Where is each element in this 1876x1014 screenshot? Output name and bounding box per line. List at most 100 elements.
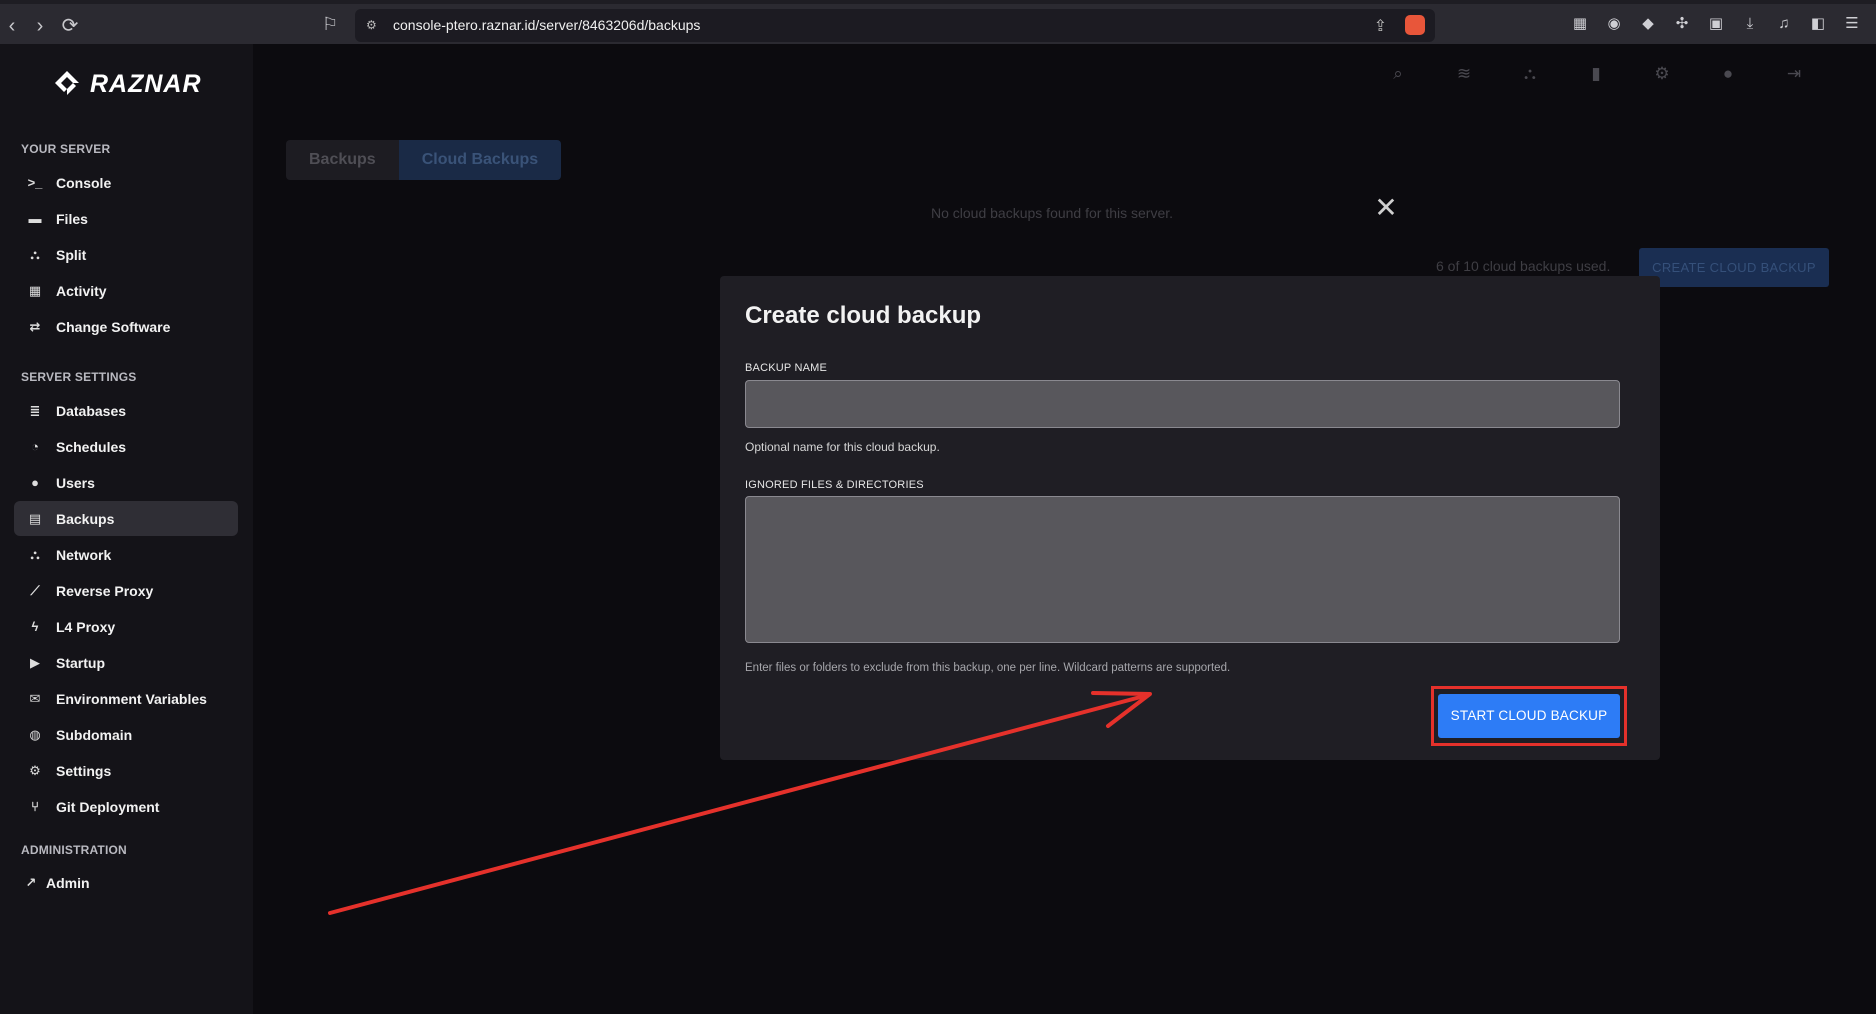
backup-tabs: Backups Cloud Backups	[286, 140, 562, 180]
sidebar-item-startup[interactable]: ▶ Startup	[14, 645, 238, 680]
sidebar-item-git-deployment[interactable]: ⑂ Git Deployment	[14, 789, 238, 824]
sidebar-item-label: Subdomain	[56, 726, 133, 743]
sidebar-item-databases[interactable]: ≣ Databases	[14, 393, 238, 428]
user-icon: ●	[31, 475, 39, 490]
raznar-logo-icon	[55, 71, 79, 95]
menu-icon[interactable]: ☰	[1842, 14, 1862, 34]
share-icon[interactable]: ⇪	[1374, 16, 1387, 36]
sidebar-item-backups[interactable]: ▤ Backups	[14, 501, 238, 536]
empty-state-message: No cloud backups found for this server.	[931, 205, 1174, 221]
screenshot-icon[interactable]: ▣	[1706, 14, 1726, 34]
sidebar-item-l4-proxy[interactable]: ϟ L4 Proxy	[14, 609, 238, 644]
swap-icon: ⇄	[29, 318, 41, 334]
logout-icon[interactable]: ⇥	[1782, 62, 1806, 86]
ignored-files-label: IGNORED FILES & DIRECTORIES	[745, 479, 924, 491]
sidebar-item-label: L4 Proxy	[56, 618, 116, 635]
top-navigation-icons: ⌕ ≋ ⛬ ▮ ⚙ ● ⇥	[1386, 62, 1806, 86]
music-icon[interactable]: ♫	[1774, 14, 1794, 34]
sidebar-item-change-software[interactable]: ⇄ Change Software	[14, 309, 238, 344]
sidebar-item-network[interactable]: ⛬ Network	[14, 537, 238, 572]
create-cloud-backup-button[interactable]: CREATE CLOUD BACKUP	[1639, 248, 1829, 287]
sidebar-toggle-icon[interactable]: ◧	[1808, 14, 1828, 34]
backup-name-input[interactable]	[745, 380, 1620, 428]
tab-cloud-backups[interactable]: Cloud Backups	[398, 140, 562, 180]
browser-toolbar: ‹ › ⟳ ⚐ ⚙ console-ptero.raznar.id/server…	[0, 0, 1876, 44]
section-your-server: YOUR SERVER	[21, 142, 111, 156]
brand-name: RAZNAR	[90, 69, 202, 98]
extension-icons: ▦ ◉ ◆ ✣ ▣ ⤓ ♫ ◧ ☰	[1570, 14, 1862, 34]
reload-icon[interactable]: ⟳	[58, 14, 82, 38]
sidebar-item-label: Databases	[56, 402, 127, 419]
sidebar-item-label: Change Software	[56, 318, 171, 335]
sidebar-item-reverse-proxy[interactable]: ⟋ Reverse Proxy	[14, 573, 238, 608]
sidebar-item-label: Git Deployment	[56, 798, 160, 815]
sitemap-icon[interactable]: ⛬	[1518, 62, 1542, 86]
sidebar-item-label: Startup	[56, 654, 105, 671]
backup-name-label: BACKUP NAME	[745, 362, 828, 374]
brand-logo[interactable]: RAZNAR	[52, 69, 202, 99]
folder-icon: ▬	[28, 211, 42, 226]
discord-icon[interactable]: ◉	[1604, 14, 1624, 34]
section-administration: ADMINISTRATION	[21, 843, 127, 857]
sidebar-item-label: Console	[56, 174, 112, 191]
sitemap-icon: ⛬	[30, 246, 40, 262]
wrench-icon: ⟋	[30, 582, 40, 598]
forward-icon[interactable]: ›	[28, 14, 52, 38]
ignored-files-textarea[interactable]	[745, 496, 1620, 643]
sidebar-item-admin[interactable]: ↗ Admin	[14, 865, 238, 900]
sidebar-item-console[interactable]: >_ Console	[14, 165, 238, 200]
sidebar-item-label: Reverse Proxy	[56, 582, 154, 599]
create-cloud-backup-modal: Create cloud backup BACKUP NAME Optional…	[720, 276, 1660, 760]
clock-icon: ◔	[31, 439, 39, 454]
sidebar-item-label: Network	[56, 546, 112, 563]
sidebar-item-users[interactable]: ● Users	[14, 465, 238, 500]
backup-usage-count: 6 of 10 cloud backups used.	[1436, 258, 1611, 274]
sidebar-item-label: Environment Variables	[56, 690, 207, 707]
bookmark-icon[interactable]: ⚐	[322, 14, 342, 38]
bolt-icon: ϟ	[31, 619, 39, 634]
puzzle-icon[interactable]: ✣	[1672, 14, 1692, 34]
brave-shield-icon[interactable]	[1405, 15, 1425, 35]
sidebar-item-label: Schedules	[56, 438, 127, 455]
qr-icon[interactable]: ▦	[1570, 14, 1590, 34]
back-icon[interactable]: ‹	[0, 14, 24, 38]
sidebar-item-label: Files	[56, 210, 88, 227]
sidebar-item-environment-variables[interactable]: ✉ Environment Variables	[14, 681, 238, 716]
cogs-icon[interactable]: ⚙	[1650, 62, 1674, 86]
archive-icon: ▤	[28, 510, 42, 526]
tab-backups[interactable]: Backups	[286, 140, 399, 180]
sidebar-item-settings[interactable]: ⚙ Settings	[14, 753, 238, 788]
sidebar-item-label: Split	[56, 246, 87, 263]
globe-icon: ◍	[29, 726, 41, 742]
database-icon: ≣	[29, 402, 41, 418]
calendar-icon: ▦	[28, 282, 42, 298]
sidebar-item-label: Settings	[56, 762, 112, 779]
book-icon[interactable]: ▮	[1584, 62, 1608, 86]
address-bar[interactable]: ⚙ console-ptero.raznar.id/server/8463206…	[355, 9, 1435, 42]
extension-purple-icon[interactable]: ◆	[1638, 14, 1658, 34]
cogs-icon: ⚙	[29, 762, 41, 778]
backup-name-help: Optional name for this cloud backup.	[745, 440, 940, 454]
sidebar-item-label: Admin	[46, 874, 90, 891]
sidebar-item-subdomain[interactable]: ◍ Subdomain	[14, 717, 238, 752]
avatar[interactable]: ●	[1716, 62, 1740, 86]
modal-title: Create cloud backup	[745, 302, 982, 329]
layers-icon[interactable]: ≋	[1452, 62, 1476, 86]
start-cloud-backup-button[interactable]: START CLOUD BACKUP	[1438, 694, 1620, 738]
download-icon[interactable]: ⤓	[1740, 14, 1760, 34]
sidebar-item-schedules[interactable]: ◔ Schedules	[14, 429, 238, 464]
network-icon: ⛬	[30, 546, 40, 562]
envelope-icon: ✉	[29, 690, 41, 706]
url-text[interactable]: console-ptero.raznar.id/server/8463206d/…	[393, 17, 700, 33]
close-icon[interactable]: ✕	[1374, 194, 1398, 222]
sidebar-item-activity[interactable]: ▦ Activity	[14, 273, 238, 308]
section-server-settings: SERVER SETTINGS	[21, 370, 137, 384]
site-settings-icon[interactable]: ⚙	[366, 18, 380, 32]
sidebar-item-label: Backups	[56, 510, 115, 527]
search-icon[interactable]: ⌕	[1386, 62, 1410, 86]
git-icon: ⑂	[31, 799, 39, 814]
sidebar-item-split[interactable]: ⛬ Split	[14, 237, 238, 272]
sidebar-item-files[interactable]: ▬ Files	[14, 201, 238, 236]
terminal-icon: >_	[27, 175, 43, 190]
play-icon: ▶	[30, 654, 40, 670]
